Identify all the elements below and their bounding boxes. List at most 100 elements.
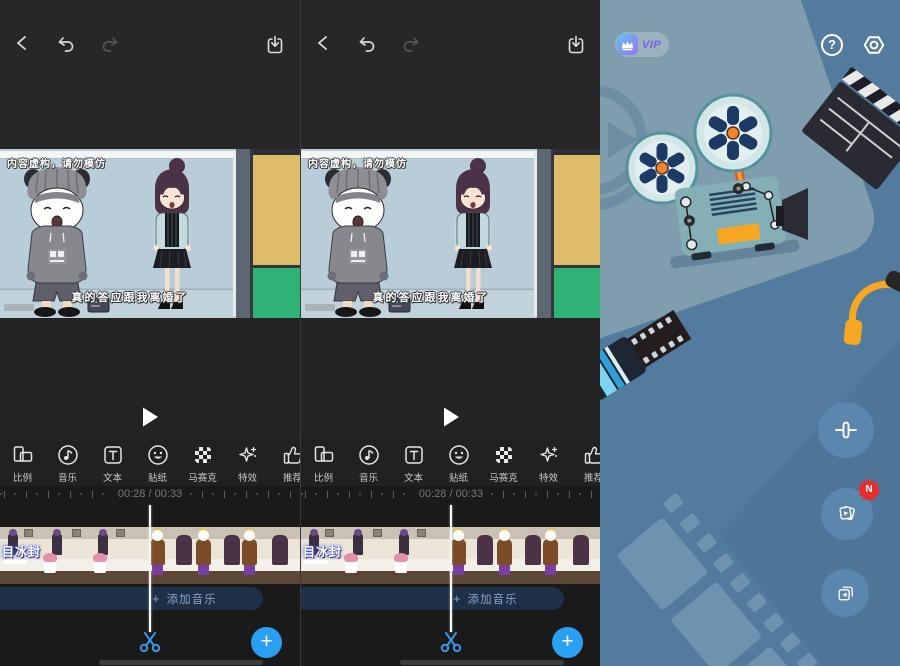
toolbar-label: 推荐 <box>584 470 600 484</box>
back-icon[interactable] <box>314 34 332 52</box>
gallery-button[interactable] <box>821 569 869 617</box>
toolbar-item-effects[interactable]: 特效 <box>225 438 270 486</box>
mosaic-icon <box>191 443 215 467</box>
toolbar-item-mosaic[interactable]: 马赛克 <box>180 438 225 486</box>
add-music-bar[interactable]: + 添加音乐 <box>0 587 263 610</box>
app-screen: 内容虚构，请勿模仿 真的答应跟我离婚了 比例 <box>0 0 900 666</box>
add-music-label: 添加音乐 <box>167 591 217 607</box>
toolbar-item-text[interactable]: 文本 <box>90 438 135 486</box>
creator-watermark <box>4 304 34 311</box>
text-icon <box>402 443 426 467</box>
home-indicator <box>400 660 564 665</box>
timeline-ruler[interactable]: 00:28 / 00:33 <box>301 487 600 501</box>
filmstrip-figure <box>52 533 62 555</box>
export-icon[interactable] <box>265 34 285 55</box>
current-time: 00:28 <box>118 488 146 500</box>
filmstrip-figure <box>150 539 165 565</box>
templates-button[interactable] <box>821 488 873 540</box>
music-icon <box>357 443 381 467</box>
export-icon[interactable] <box>566 34 586 55</box>
aspect-ratio-icon <box>11 443 35 467</box>
video-cards-icon <box>833 500 861 528</box>
back-icon[interactable] <box>13 34 31 52</box>
redo-icon[interactable] <box>99 34 121 54</box>
filmstrip-figure <box>272 535 288 565</box>
text-icon <box>101 443 125 467</box>
home-panel: VIP ? N <box>600 0 900 666</box>
toolbar-label: 特效 <box>539 470 558 484</box>
time-separator: / <box>449 488 452 500</box>
thumbs-up-icon <box>281 443 301 467</box>
add-music-bar[interactable]: + 添加音乐 <box>301 587 564 610</box>
filmstrip-figure <box>497 539 512 565</box>
undo-icon[interactable] <box>55 34 77 54</box>
toolbar-label: 贴纸 <box>449 470 468 484</box>
headphone-illustration <box>830 264 900 349</box>
toolbar-item-recommend[interactable]: 推荐 <box>270 438 300 486</box>
toolbar-item-recommend[interactable]: 推荐 <box>571 438 600 486</box>
toolbar-item-effects[interactable]: 特效 <box>526 438 571 486</box>
frame-decor <box>325 529 334 537</box>
mosaic-icon <box>492 443 516 467</box>
editor-panel-2: 内容虚构，请勿模仿 真的答应跟我离婚了 比例 <box>300 0 600 666</box>
vip-badge[interactable]: VIP <box>615 32 669 57</box>
total-time: 00:33 <box>155 488 183 500</box>
add-clip-button[interactable]: + <box>552 627 583 658</box>
total-time: 00:33 <box>456 488 484 500</box>
toolbar-item-music[interactable]: 音乐 <box>45 438 90 486</box>
settings-gear-button[interactable] <box>862 33 886 57</box>
toolbar-label: 音乐 <box>58 470 77 484</box>
one-click-edit-button[interactable] <box>818 402 874 458</box>
playhead-indicator <box>149 505 151 632</box>
sticker-icon <box>447 443 471 467</box>
editor-top-section <box>301 0 600 149</box>
picture-in-picture-icon <box>833 581 858 606</box>
undo-icon[interactable] <box>356 34 378 54</box>
corner-shade <box>718 340 900 666</box>
toolbar-label: 文本 <box>404 470 423 484</box>
frame-decor <box>72 529 81 537</box>
split-scissors-button[interactable] <box>438 628 464 654</box>
music-icon <box>56 443 80 467</box>
redo-icon[interactable] <box>400 34 422 54</box>
creator-watermark <box>305 304 335 311</box>
filmstrip-figure <box>543 539 558 565</box>
toolbar-label: 比例 <box>13 470 32 484</box>
video-preview[interactable]: 内容虚构，请勿模仿 真的答应跟我离婚了 <box>0 149 300 318</box>
plus-icon: + <box>453 591 461 606</box>
toolbar-label: 比例 <box>314 470 333 484</box>
edit-toolbar: 比例 音乐 文本 <box>301 438 600 486</box>
cake-decor <box>395 559 407 573</box>
effects-icon <box>236 443 260 467</box>
frame-decor <box>417 529 426 537</box>
video-preview[interactable]: 内容虚构，请勿模仿 真的答应跟我离婚了 <box>301 149 600 318</box>
toolbar-item-ratio[interactable]: 比例 <box>301 438 346 486</box>
timeline-ruler[interactable]: 00:28 / 00:33 <box>0 487 300 501</box>
toolbar-item-sticker[interactable]: 贴纸 <box>436 438 481 486</box>
split-scissors-button[interactable] <box>137 628 163 654</box>
add-clip-button[interactable]: + <box>251 627 282 658</box>
effects-icon <box>537 443 561 467</box>
play-button[interactable] <box>140 406 160 428</box>
clip-overlay-subtext <box>304 560 328 564</box>
clip-overlay-subtext <box>3 560 27 564</box>
add-music-label: 添加音乐 <box>468 591 518 607</box>
clip-overlay-text: 目冰封 <box>303 543 342 560</box>
toolbar-item-text[interactable]: 文本 <box>391 438 436 486</box>
filmstrip-figure <box>399 533 409 555</box>
toolbar-label: 音乐 <box>359 470 378 484</box>
filmstrip-figure <box>477 535 493 565</box>
play-button[interactable] <box>441 406 461 428</box>
filmstrip-figure <box>224 535 240 565</box>
template-cut-icon <box>831 415 861 445</box>
toolbar-item-mosaic[interactable]: 马赛克 <box>481 438 526 486</box>
toolbar-item-music[interactable]: 音乐 <box>346 438 391 486</box>
crown-icon <box>617 34 638 55</box>
editor-panel-1: 内容虚构，请勿模仿 真的答应跟我离婚了 比例 <box>0 0 300 666</box>
thumbs-up-icon <box>582 443 601 467</box>
help-button[interactable]: ? <box>821 34 843 56</box>
toolbar-item-sticker[interactable]: 贴纸 <box>135 438 180 486</box>
filmstrip-figure <box>176 535 192 565</box>
toolbar-item-ratio[interactable]: 比例 <box>0 438 45 486</box>
frame-decor <box>373 529 382 537</box>
